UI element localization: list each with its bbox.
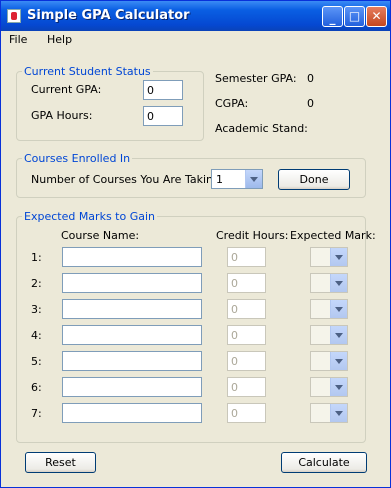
java-cup-icon xyxy=(7,9,21,23)
course-name-input[interactable] xyxy=(62,299,202,319)
row-number: 5: xyxy=(31,355,42,368)
expected-mark-select[interactable] xyxy=(310,325,348,345)
close-button[interactable]: ✕ xyxy=(366,6,387,27)
credit-hours-input[interactable] xyxy=(227,273,266,293)
credit-hours-input[interactable] xyxy=(227,299,266,319)
minimize-icon: _ xyxy=(329,11,336,25)
window-title: Simple GPA Calculator xyxy=(27,8,190,23)
maximize-icon: □ xyxy=(348,9,361,23)
credit-hours-input[interactable] xyxy=(227,377,266,397)
chevron-down-icon[interactable] xyxy=(330,378,347,396)
chevron-down-icon[interactable] xyxy=(330,352,347,370)
course-name-input[interactable] xyxy=(62,325,202,345)
close-icon: ✕ xyxy=(371,9,382,23)
expected-mark-select[interactable] xyxy=(310,377,348,397)
current-gpa-input[interactable] xyxy=(143,80,183,100)
calculate-button[interactable]: Calculate xyxy=(281,452,367,473)
maximize-button[interactable]: □ xyxy=(344,6,365,27)
chevron-down-icon[interactable] xyxy=(330,300,347,318)
chevron-down-icon[interactable] xyxy=(330,248,347,266)
credit-hours-input[interactable] xyxy=(227,325,266,345)
chevron-down-icon[interactable] xyxy=(330,404,347,422)
chevron-down-icon[interactable] xyxy=(330,326,347,344)
courses-title: Courses Enrolled In xyxy=(22,152,133,165)
cgpa-label: CGPA: xyxy=(215,97,249,110)
app-window: Simple GPA Calculator _ □ ✕ File Help Cu… xyxy=(0,0,391,488)
chevron-down-icon[interactable] xyxy=(245,170,262,188)
row-number: 6: xyxy=(31,381,42,394)
minimize-button[interactable]: _ xyxy=(322,6,343,27)
course-count-select[interactable]: 1 xyxy=(211,169,263,189)
row-number: 4: xyxy=(31,329,42,342)
credit-hours-input[interactable] xyxy=(227,403,266,423)
done-button[interactable]: Done xyxy=(278,169,350,190)
credit-hours-input[interactable] xyxy=(227,247,266,267)
course-name-input[interactable] xyxy=(62,273,202,293)
gpa-hours-input[interactable] xyxy=(143,106,183,126)
row-number: 1: xyxy=(31,251,42,264)
menu-file[interactable]: File xyxy=(9,33,27,46)
course-count-label: Number of Courses You Are Taking xyxy=(31,173,220,186)
expected-mark-select[interactable] xyxy=(310,273,348,293)
student-status-title: Current Student Status xyxy=(22,65,153,78)
gpa-hours-label: GPA Hours: xyxy=(31,109,93,122)
course-name-input[interactable] xyxy=(62,403,202,423)
semester-gpa-label: Semester GPA: xyxy=(215,72,297,85)
course-count-value: 1 xyxy=(216,173,223,186)
course-name-input[interactable] xyxy=(62,247,202,267)
credit-hours-input[interactable] xyxy=(227,351,266,371)
course-name-header: Course Name: xyxy=(61,229,140,242)
course-name-input[interactable] xyxy=(62,377,202,397)
chevron-down-icon[interactable] xyxy=(330,274,347,292)
current-gpa-label: Current GPA: xyxy=(31,83,102,96)
title-bar[interactable]: Simple GPA Calculator _ □ ✕ xyxy=(1,1,390,31)
academic-stand-label: Academic Stand: xyxy=(215,122,308,135)
expected-mark-select[interactable] xyxy=(310,403,348,423)
row-number: 2: xyxy=(31,277,42,290)
expected-mark-select[interactable] xyxy=(310,247,348,267)
row-number: 7: xyxy=(31,407,42,420)
menu-bar: File Help xyxy=(1,31,390,50)
semester-gpa-value: 0 xyxy=(307,72,314,85)
reset-button[interactable]: Reset xyxy=(25,452,96,473)
expected-mark-header: Expected Mark: xyxy=(290,229,376,242)
expected-mark-select[interactable] xyxy=(310,351,348,371)
cgpa-value: 0 xyxy=(307,97,314,110)
course-name-input[interactable] xyxy=(62,351,202,371)
row-number: 3: xyxy=(31,303,42,316)
credit-hours-header: Credit Hours: xyxy=(216,229,289,242)
expected-marks-title: Expected Marks to Gain xyxy=(22,210,158,223)
expected-mark-select[interactable] xyxy=(310,299,348,319)
menu-help[interactable]: Help xyxy=(47,33,72,46)
